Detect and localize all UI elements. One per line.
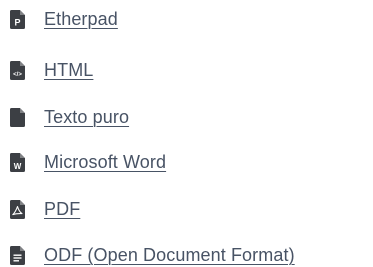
word-icon-badge: W [14,162,22,171]
export-html-label[interactable]: HTML [44,55,93,85]
text-file-icon [10,107,25,127]
export-plain-text-label[interactable]: Texto puro [44,102,129,132]
odf-file-icon [10,245,25,265]
html-icon-badge: </> [13,72,22,78]
word-file-icon: W [10,152,25,172]
pdf-file-icon [10,199,25,219]
export-etherpad-label[interactable]: Etherpad [44,4,118,34]
html-file-icon: </> [10,60,25,80]
export-word-label[interactable]: Microsoft Word [44,147,166,177]
etherpad-file-icon: P [10,9,25,29]
export-odf-label[interactable]: ODF (Open Document Format) [44,240,295,267]
export-pdf-label[interactable]: PDF [44,194,80,224]
export-format-list: P Etherpad </> HTML Texto puro W Microso… [0,0,373,267]
etherpad-icon-badge: P [14,17,20,27]
